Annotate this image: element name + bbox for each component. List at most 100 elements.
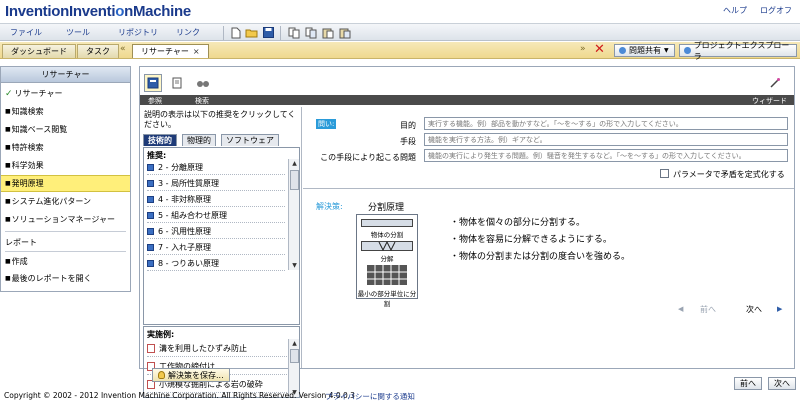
examples-list: 実施例: 溝を利用したひずみ防止 工作物の締付け 小規模な掘削による岩の破砕 ▲… — [143, 326, 300, 398]
tab-researcher[interactable]: リサーチャー × — [132, 44, 209, 58]
new-file-icon[interactable] — [229, 26, 242, 39]
list-item[interactable]: 8 - つりあい原理 — [147, 257, 285, 271]
copy-alt-icon[interactable] — [304, 26, 317, 39]
project-explorer-button[interactable]: プロジェクトエクスプローラ — [679, 41, 797, 61]
menu-links[interactable]: リンク — [176, 27, 200, 38]
bullet-icon: ■ — [5, 144, 11, 151]
list-item[interactable]: 6 - 汎用性原理 — [147, 225, 285, 239]
list-item[interactable]: 3 - 局所性質原理 — [147, 177, 285, 191]
subtab-software[interactable]: ソフトウェア — [221, 134, 279, 146]
reference-button[interactable] — [144, 74, 162, 92]
problem-input[interactable]: 機能の実行により発生する問題。例）騒音を発生するなど。「～を～する」の形で入力し… — [424, 149, 788, 162]
menu-bar: ファイル ツール リポジトリ リンク — [0, 23, 800, 41]
principle-diagram: 物体の分割 分解 最小の部分単位に分割 — [356, 214, 418, 308]
book-icon — [147, 228, 154, 235]
bullet-icon: ■ — [5, 216, 11, 223]
bullet-icon: ■ — [5, 162, 11, 169]
nav-item-knowledge-browse[interactable]: ■ 知識ベース閲覧 — [1, 121, 130, 138]
save-solution-button[interactable]: 解決策を保存... — [152, 368, 230, 382]
paste-icon[interactable] — [321, 26, 334, 39]
means-input[interactable]: 機能を実行する方法。例）ギアなど。 — [424, 133, 788, 146]
nav-item-create-report[interactable]: ■ 作成 — [1, 253, 130, 270]
solution-bullet: ・物体を容易に分解できるようにする。 — [450, 235, 612, 245]
wizard-label: ウィザード — [752, 97, 787, 105]
nav-item-inventive-principles[interactable]: ■ 発明原理 — [1, 175, 130, 192]
tab-scroll-left-icon[interactable]: « — [120, 44, 126, 54]
nav-item-label: リサーチャー — [14, 89, 63, 98]
share-problem-button[interactable]: 問題共有 ▼ — [614, 44, 675, 57]
diagram-bottom-label: 最小の部分単位に分割 — [357, 290, 417, 308]
recommendations-list: 推奨: 2 - 分離原理 3 - 局所性質原理 4 - 非対称原理 5 - 組み… — [143, 147, 300, 325]
book-icon — [147, 196, 154, 203]
nav-item-knowledge-search[interactable]: ■ 知識検索 — [1, 103, 130, 120]
examples-label: 実施例: — [147, 330, 175, 339]
param-checkbox[interactable] — [660, 169, 669, 178]
prev-button[interactable]: 前へ — [734, 377, 762, 390]
solution-title: 分割原理 — [368, 203, 405, 213]
nav-item-open-last-report[interactable]: ■ 最後のレポートを開く — [1, 270, 130, 287]
help-link[interactable]: ヘルプ — [723, 5, 747, 16]
subtab-physical[interactable]: 物理的 — [182, 134, 216, 146]
list-item[interactable]: 2 - 分離原理 — [147, 161, 285, 175]
scrollbar-thumb[interactable] — [290, 170, 299, 190]
solution-next-button[interactable]: 次へ — [746, 304, 762, 315]
solution-prev-button[interactable]: 前へ — [700, 304, 716, 315]
next-button[interactable]: 次へ — [768, 377, 796, 390]
document-icon[interactable] — [168, 74, 186, 92]
logout-link[interactable]: ログオフ — [760, 5, 792, 16]
list-item[interactable]: 4 - 非対称原理 — [147, 193, 285, 207]
wizard-wand-icon[interactable] — [766, 74, 784, 92]
list-item-label: 7 - 入れ子原理 — [158, 243, 212, 252]
scrollbar-thumb[interactable] — [290, 349, 299, 363]
copy-icon[interactable] — [287, 26, 300, 39]
next-arrow-icon[interactable]: ▶ — [777, 305, 782, 313]
subtab-technical[interactable]: 技術的 — [143, 134, 177, 146]
bullet-icon: ■ — [5, 258, 11, 265]
nav-item-label: 知識検索 — [11, 107, 44, 116]
menu-repository[interactable]: リポジトリ — [118, 27, 158, 38]
nav-report-title: レポート — [5, 238, 37, 247]
scroll-down-icon[interactable]: ▼ — [290, 261, 299, 269]
nav-item-evolution-patterns[interactable]: ■ システム進化パターン — [1, 193, 130, 210]
means-label: 手段 — [400, 137, 416, 146]
nav-item-label: システム進化パターン — [11, 197, 92, 206]
list-item-label: 3 - 局所性質原理 — [158, 179, 220, 188]
diagram-mid-label: 分解 — [380, 255, 394, 263]
privacy-link[interactable]: プライバシーに関する通知 — [325, 391, 415, 401]
tab-scroll-right-icon[interactable]: » — [580, 44, 586, 54]
tab-label: タスク — [86, 47, 110, 56]
list-item[interactable]: 7 - 入れ子原理 — [147, 241, 285, 255]
menu-file[interactable]: ファイル — [10, 27, 42, 38]
nav-item-label: 最後のレポートを開く — [11, 274, 92, 283]
prev-arrow-icon: ◀ — [678, 305, 684, 313]
binoculars-icon[interactable] — [194, 74, 212, 92]
nav-item-scientific-effects[interactable]: ■ 科学効果 — [1, 157, 130, 174]
tab-task[interactable]: タスク — [77, 44, 119, 58]
open-folder-icon[interactable] — [245, 26, 258, 39]
close-all-icon[interactable]: ✕ — [594, 43, 605, 57]
scrollbar[interactable]: ▲ ▼ — [288, 159, 299, 270]
bullet-icon: ■ — [5, 275, 11, 282]
scroll-up-icon[interactable]: ▲ — [290, 339, 299, 347]
diagram-block — [361, 219, 413, 227]
nav-item-researcher[interactable]: ✓ リサーチャー — [1, 85, 130, 102]
list-item[interactable]: 溝を利用したひずみ防止 — [147, 341, 287, 357]
chevron-down-icon: ▼ — [664, 47, 669, 54]
nav-item-patent-search[interactable]: ■ 特許検索 — [1, 139, 130, 156]
close-icon[interactable]: × — [193, 47, 200, 56]
paste-alt-icon[interactable] — [338, 26, 351, 39]
bullet-icon: ■ — [5, 180, 11, 187]
tab-dashboard[interactable]: ダッシュボード — [2, 44, 76, 58]
scrollbar[interactable]: ▲ ▼ — [288, 339, 299, 397]
menu-tools[interactable]: ツール — [66, 27, 90, 38]
app-logo: InventionInventionMachine — [5, 3, 191, 20]
list-item-label: 8 - つりあい原理 — [158, 259, 220, 268]
save-disk-icon[interactable] — [262, 26, 275, 39]
share-label: 問題共有 — [629, 46, 661, 55]
reference-label: 参照 — [148, 97, 162, 105]
list-item[interactable]: 5 - 組み合わせ原理 — [147, 209, 285, 223]
copyright-text: Copyright © 2002 - 2012 Invention Machin… — [4, 391, 355, 400]
globe-icon — [684, 47, 691, 54]
purpose-input[interactable]: 実行する機能。例）部品を動かすなど。「～を～する」の形で入力してください。 — [424, 117, 788, 130]
nav-item-solution-manager[interactable]: ■ ソリューションマネージャー — [1, 211, 130, 228]
